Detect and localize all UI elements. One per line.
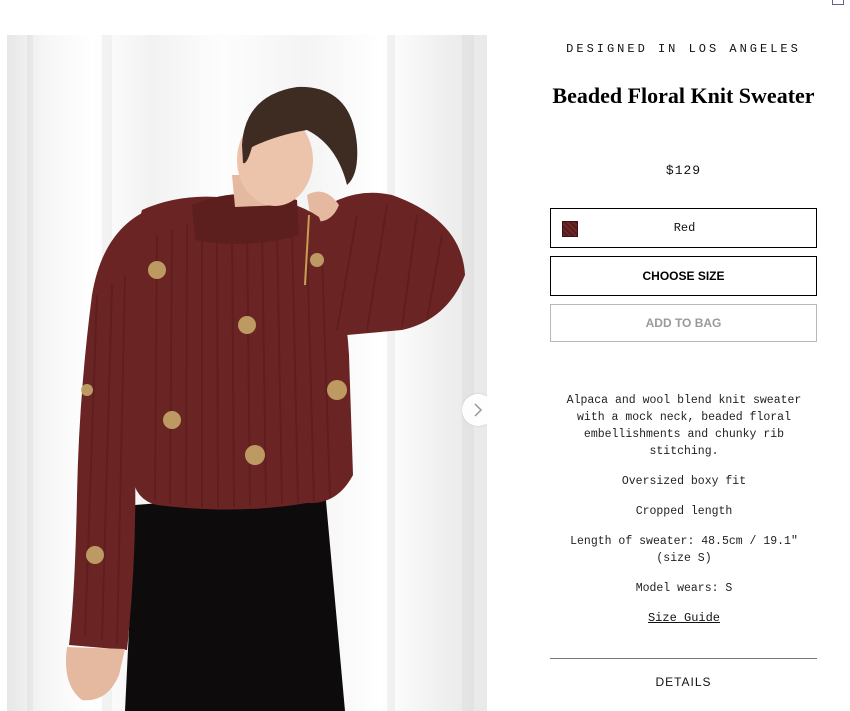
size-guide-link[interactable]: Size Guide: [648, 611, 720, 625]
description-model-size: Model wears: S: [635, 582, 733, 595]
chevron-right-icon: [474, 403, 483, 417]
product-description: Alpaca and wool blend knit sweater with …: [560, 392, 808, 640]
product-photo: [27, 35, 474, 711]
next-image-button[interactable]: [462, 394, 487, 426]
choose-size-button[interactable]: CHOOSE SIZE: [550, 256, 817, 296]
description-length: Cropped length: [635, 505, 733, 518]
product-image-gallery[interactable]: [7, 35, 487, 711]
brand-tagline: DESIGNED IN LOS ANGELES: [566, 42, 801, 56]
details-accordion-toggle[interactable]: DETAILS: [550, 675, 817, 689]
description-fit: Oversized boxy fit: [621, 475, 747, 488]
description-measurement: Length of sweater: 48.5cm / 19.1" (size …: [570, 535, 798, 565]
product-title: Beaded Floral Knit Sweater: [552, 83, 815, 108]
corner-widget-icon: [832, 0, 844, 5]
description-summary: Alpaca and wool blend knit sweater with …: [566, 394, 802, 458]
color-label: Red: [673, 221, 696, 235]
product-price: $129: [665, 163, 702, 178]
section-divider: [550, 658, 817, 659]
color-selector[interactable]: Red: [550, 208, 817, 248]
details-content-peek: ▬▬▬▬ ▬▬▬ ▬▬ ▬▬▬▬ ▬▬▬ ▬▬: [556, 706, 806, 711]
add-to-bag-button[interactable]: ADD TO BAG: [550, 304, 817, 342]
